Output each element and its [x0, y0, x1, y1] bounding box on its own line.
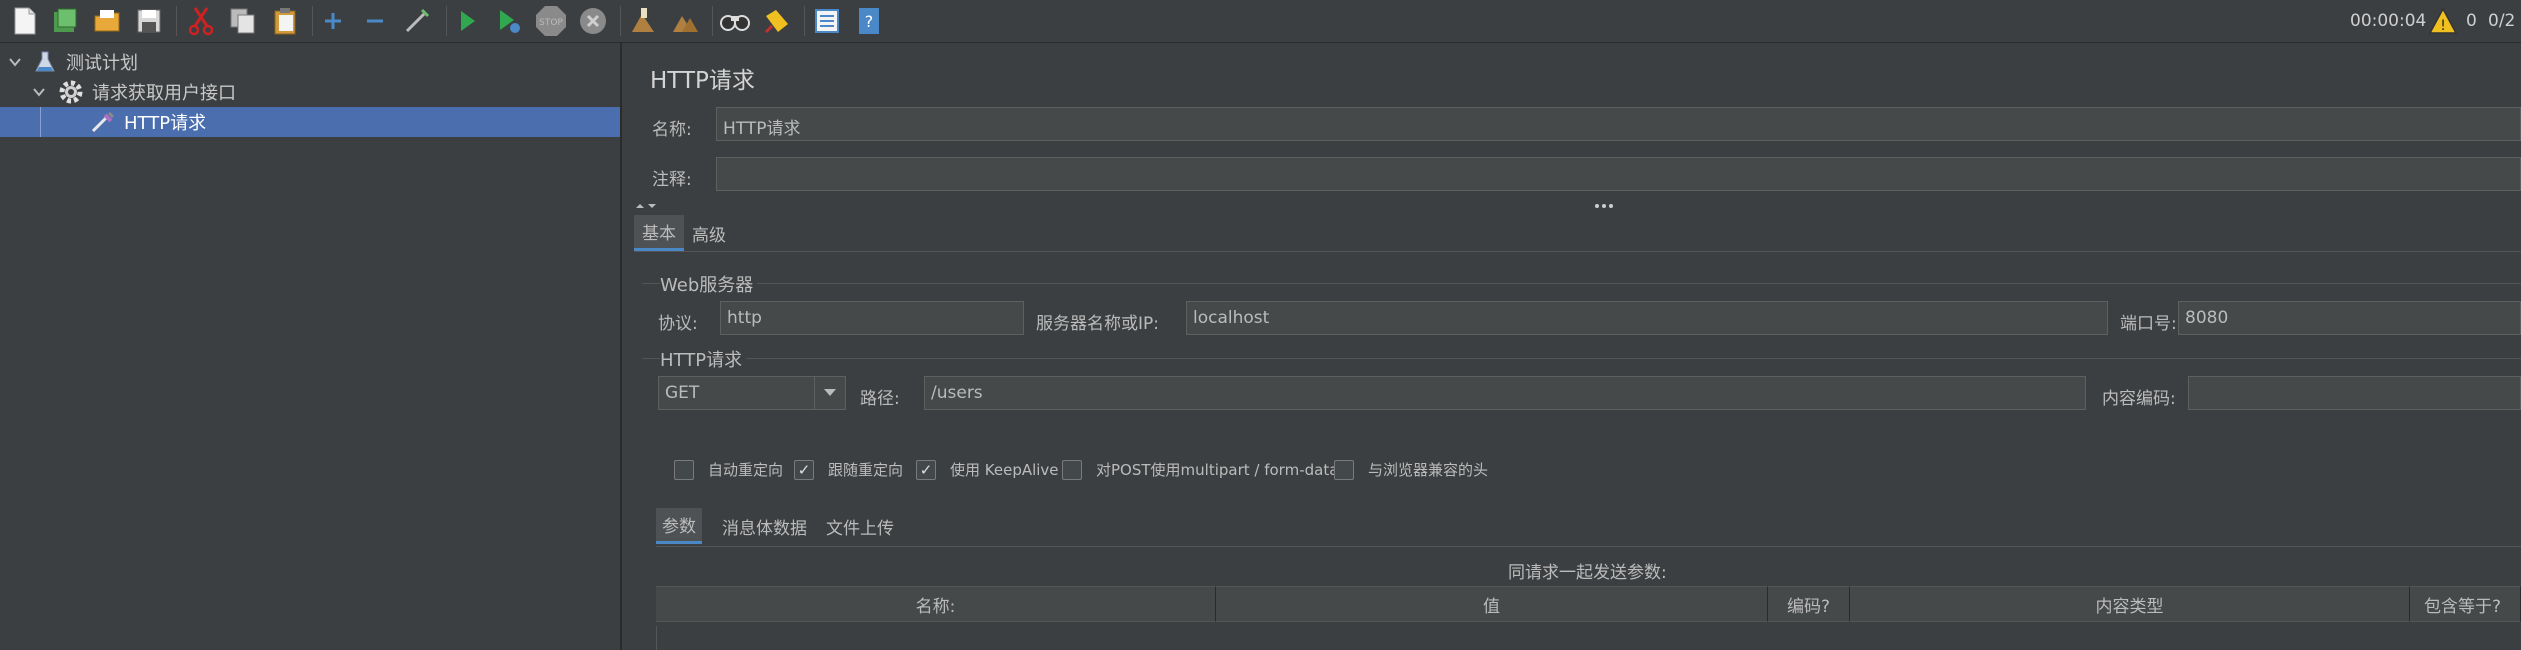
check-icon[interactable]: ✓ [916, 459, 936, 480]
warnings-count: 0 [2466, 11, 2477, 31]
method-value: GET [665, 383, 700, 403]
flask-icon [35, 51, 55, 72]
checkbox-label: 自动重定向 [708, 461, 784, 479]
search-icon[interactable] [716, 2, 754, 40]
checkbox-box[interactable] [1062, 459, 1082, 480]
svg-text:!: ! [2440, 18, 2446, 34]
clear-all-icon[interactable] [666, 2, 704, 40]
column-header-content-type[interactable]: 内容类型 [1850, 586, 2410, 622]
column-header-value[interactable]: 值 [1216, 586, 1768, 622]
pipette-icon [91, 111, 115, 133]
method-select[interactable]: GET [658, 376, 846, 410]
encoding-label: 内容编码: [2102, 389, 2176, 409]
browser-headers-checkbox[interactable]: 与浏览器兼容的头 [1334, 459, 1488, 480]
params-table-body[interactable] [656, 626, 2521, 650]
start-icon[interactable] [448, 2, 486, 40]
chevron-down-icon[interactable] [8, 55, 22, 69]
save-icon[interactable] [130, 2, 168, 40]
path-field[interactable]: /users [924, 376, 2086, 410]
column-header-encode[interactable]: 编码? [1768, 586, 1850, 622]
column-header-name[interactable]: 名称: [656, 586, 1216, 622]
shutdown-icon[interactable] [574, 2, 612, 40]
gear-icon [59, 80, 83, 104]
splitter-arrows-icon[interactable] [634, 201, 664, 211]
server-label: 服务器名称或IP: [1036, 314, 1159, 334]
tab-advanced[interactable]: 高级 [684, 215, 734, 251]
checkbox-label: 对POST使用multipart / form-data [1096, 461, 1339, 479]
http-request-panel: HTTP请求 名称: HTTP请求 注释: 基本 高级 Web服务器 协议: h… [622, 43, 2521, 650]
name-field[interactable]: HTTP请求 [716, 107, 2521, 141]
protocol-field[interactable]: http [720, 301, 1024, 335]
cut-icon[interactable] [182, 2, 220, 40]
templates-icon[interactable] [46, 2, 84, 40]
port-field[interactable]: 8080 [2178, 301, 2521, 335]
thread-count: 0/2 [2488, 11, 2516, 31]
splitter-grip-icon[interactable] [1594, 203, 1614, 209]
svg-text:STOP: STOP [539, 18, 563, 28]
checkbox-label: 与浏览器兼容的头 [1368, 461, 1489, 479]
splitter[interactable] [634, 201, 2521, 211]
port-label: 端口号: [2120, 314, 2177, 334]
svg-text:?: ? [865, 12, 874, 31]
expand-icon[interactable] [314, 2, 352, 40]
keepalive-checkbox[interactable]: ✓ 使用 KeepAlive [916, 459, 1059, 480]
tree-item-label: HTTP请求 [124, 113, 207, 134]
chevron-down-icon[interactable] [32, 85, 46, 99]
checkbox-label: 跟随重定向 [828, 461, 904, 479]
chevron-down-icon[interactable] [814, 377, 845, 409]
multipart-checkbox[interactable]: 对POST使用multipart / form-data [1062, 459, 1338, 480]
toolbar: STOP ? 00:00:04 ! 0 0/2 [0, 0, 2521, 43]
copy-icon[interactable] [224, 2, 262, 40]
help-icon[interactable]: ? [850, 2, 888, 40]
server-field[interactable]: localhost [1186, 301, 2108, 335]
tab-body-data[interactable]: 消息体数据 [714, 508, 815, 544]
tree-item-label: 测试计划 [66, 53, 138, 74]
timer: 00:00:04 [2350, 11, 2427, 31]
check-icon[interactable]: ✓ [794, 459, 814, 480]
checkbox-box[interactable] [674, 459, 694, 480]
comment-label: 注释: [652, 170, 692, 190]
open-icon[interactable] [88, 2, 126, 40]
web-server-group-title: Web服务器 [660, 271, 758, 297]
warning-icon[interactable]: ! [2424, 2, 2462, 40]
toggle-icon[interactable] [398, 2, 436, 40]
follow-redirect-checkbox[interactable]: ✓ 跟随重定向 [794, 459, 903, 480]
page-title: HTTP请求 [650, 68, 755, 94]
tab-parameters[interactable]: 参数 [656, 508, 702, 544]
name-label: 名称: [652, 120, 692, 140]
column-header-include-equals[interactable]: 包含等于? [2410, 586, 2521, 622]
params-caption: 同请求一起发送参数: [1508, 563, 1667, 583]
path-label: 路径: [860, 389, 900, 409]
function-helper-icon[interactable] [808, 2, 846, 40]
tree-item-test-plan[interactable]: 测试计划 [0, 47, 620, 77]
tab-file-upload[interactable]: 文件上传 [818, 508, 902, 544]
checkbox-label: 使用 KeepAlive [950, 461, 1059, 479]
comment-field[interactable] [716, 157, 2521, 191]
test-plan-tree: 测试计划 请求获取用户接口 HTTP请求 [0, 43, 622, 650]
tree-item-label: 请求获取用户接口 [92, 83, 236, 104]
auto-redirect-checkbox[interactable]: 自动重定向 [674, 459, 783, 480]
start-no-pause-icon[interactable] [490, 2, 528, 40]
tab-basic[interactable]: 基本 [634, 215, 684, 251]
paste-icon[interactable] [266, 2, 304, 40]
collapse-icon[interactable] [356, 2, 394, 40]
checkbox-box[interactable] [1334, 459, 1354, 480]
clear-icon[interactable] [624, 2, 662, 40]
reset-search-icon[interactable] [758, 2, 796, 40]
protocol-label: 协议: [658, 314, 698, 334]
tree-item-thread-group[interactable]: 请求获取用户接口 [0, 77, 620, 107]
stop-icon[interactable]: STOP [532, 2, 570, 40]
new-icon[interactable] [6, 2, 44, 40]
encoding-field[interactable] [2188, 376, 2521, 410]
tree-item-http-request[interactable]: HTTP请求 [0, 107, 620, 137]
http-request-group-title: HTTP请求 [660, 346, 747, 372]
